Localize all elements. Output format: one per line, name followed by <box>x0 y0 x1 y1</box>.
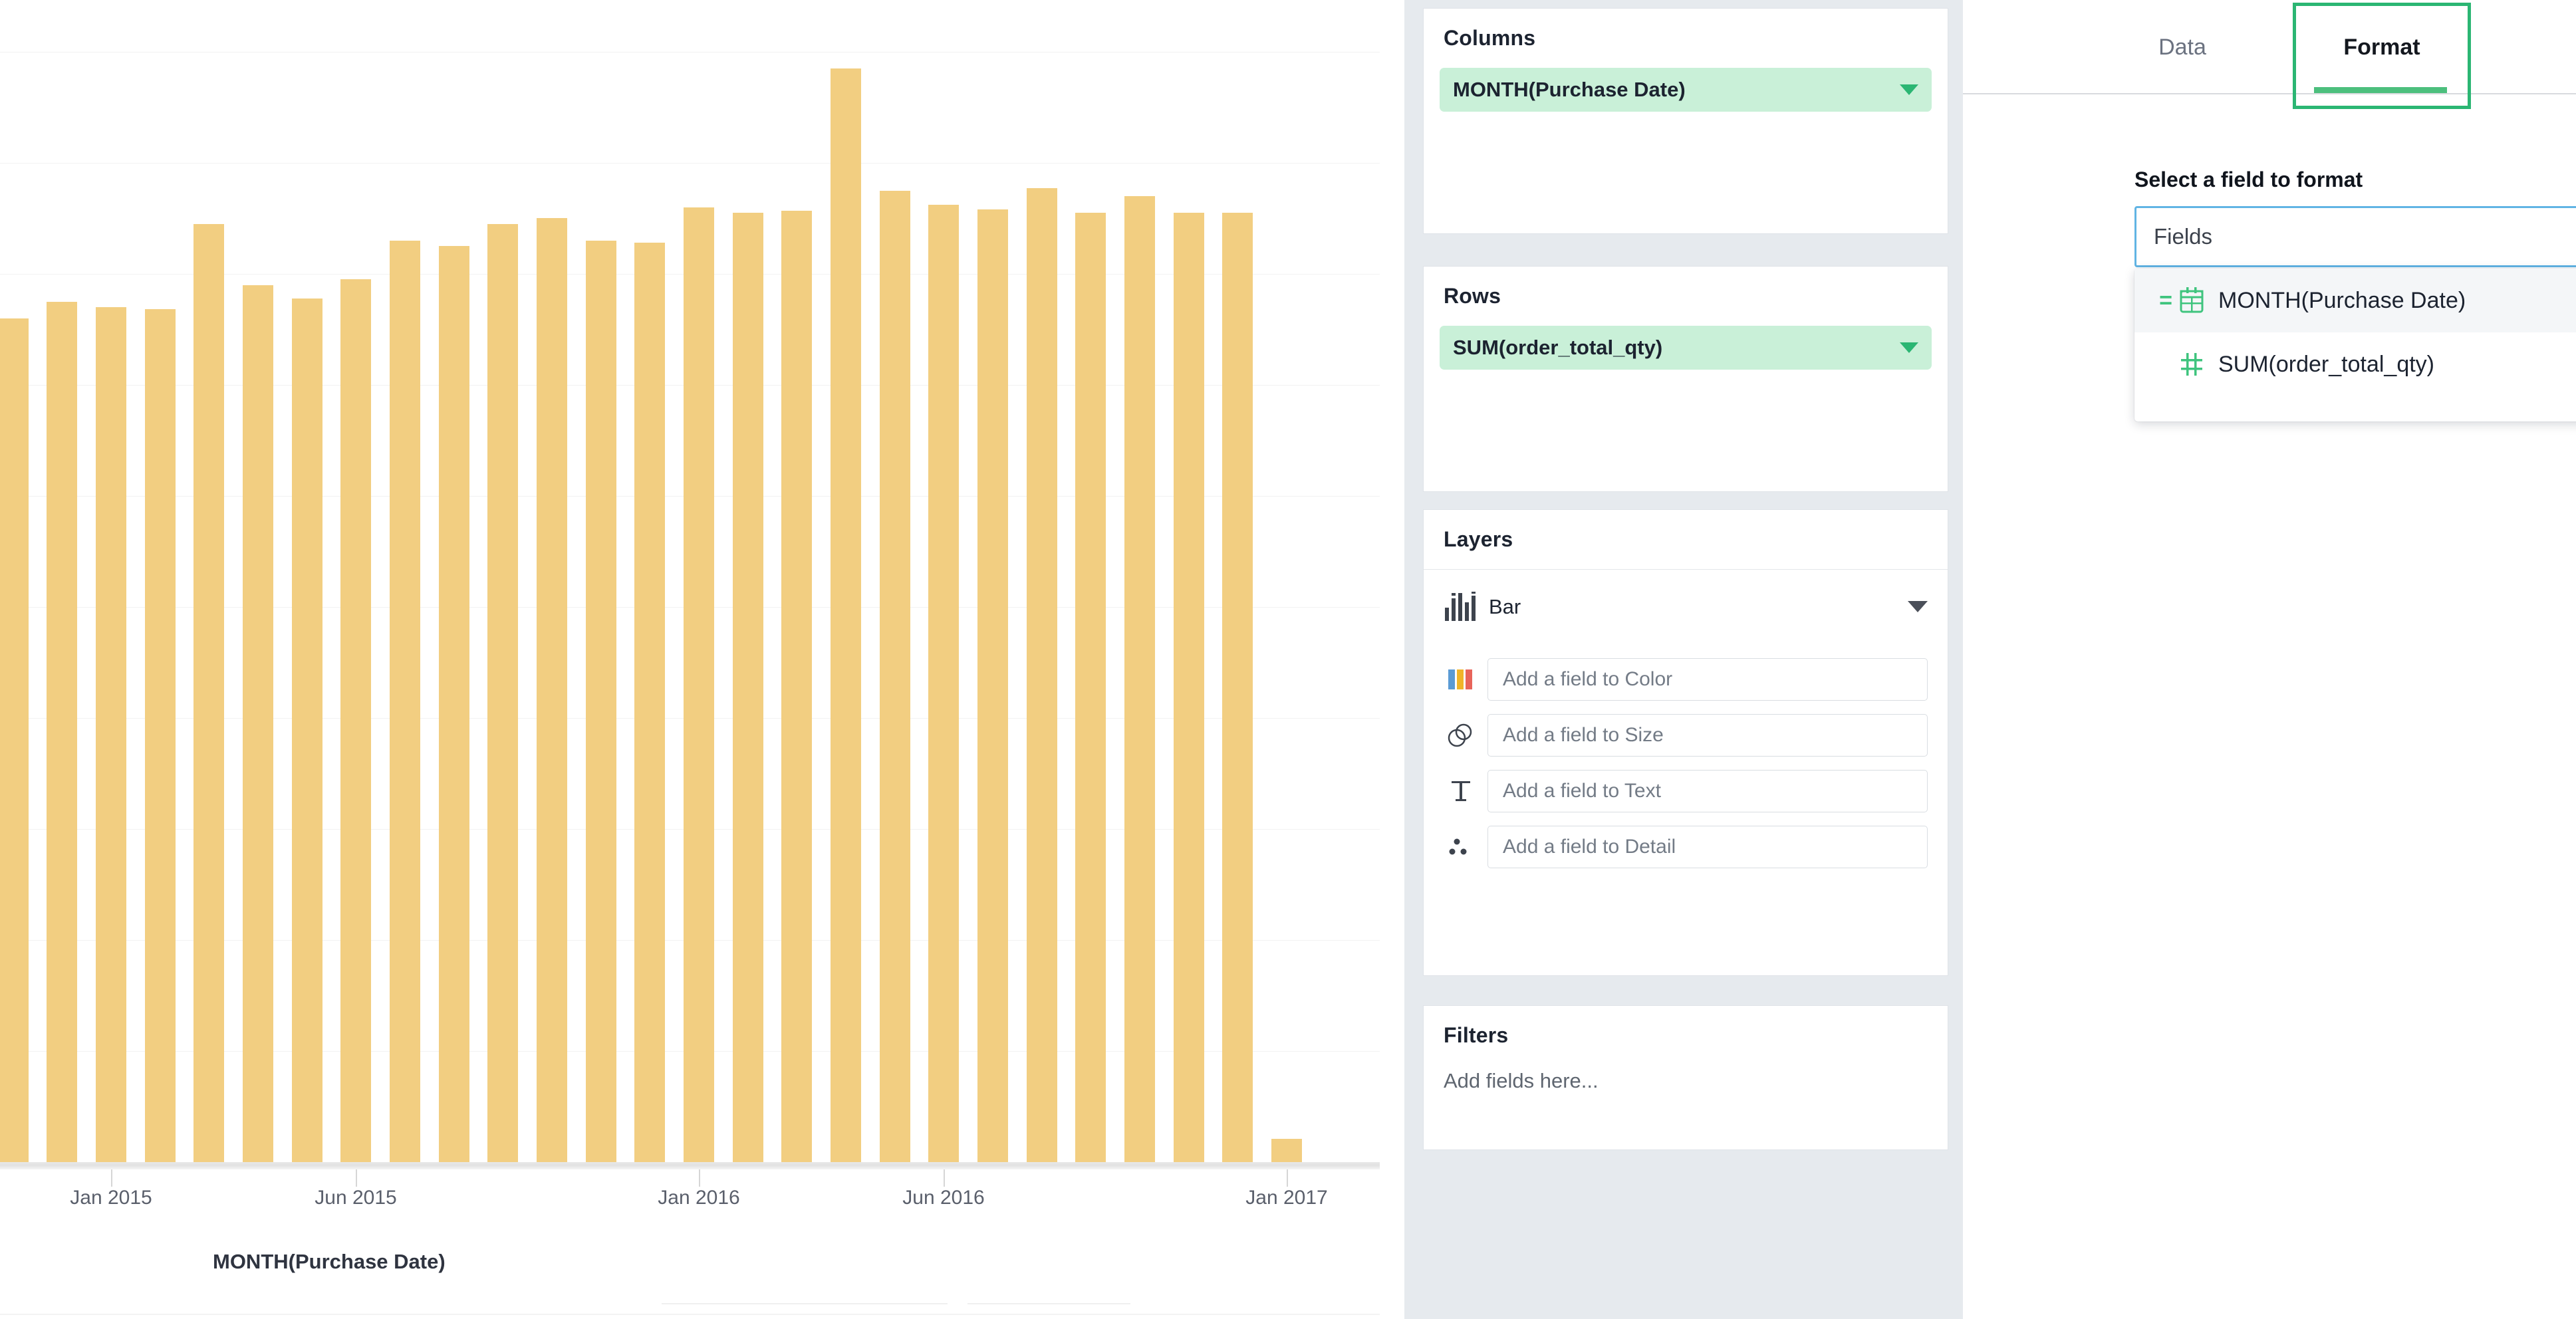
rows-shelf-title: Rows <box>1444 284 1501 308</box>
columns-shelf-card: Columns MONTH(Purchase Date) <box>1423 8 1948 234</box>
encoding-row-text[interactable]: Add a field to Text <box>1424 770 1948 812</box>
bar[interactable] <box>96 307 126 1162</box>
calendar-icon <box>2177 286 2206 315</box>
bar[interactable] <box>831 68 861 1162</box>
bar[interactable] <box>1222 213 1253 1162</box>
tab-active-underline <box>2314 87 2447 93</box>
x-axis-tick <box>699 1169 700 1187</box>
filters-card-title: Filters <box>1444 1023 1509 1047</box>
bar[interactable] <box>390 241 420 1162</box>
rows-pill-label: SUM(order_total_qty) <box>1453 336 1663 359</box>
bar[interactable] <box>340 279 371 1162</box>
bar[interactable] <box>0 318 29 1162</box>
x-axis-tick <box>944 1169 945 1187</box>
bar[interactable] <box>1124 196 1155 1162</box>
hash-number-icon <box>2177 350 2206 379</box>
filters-card: Filters Add fields here... <box>1423 1005 1948 1150</box>
filters-dropzone[interactable]: Add fields here... <box>1424 1048 1948 1093</box>
shelf-panel: Columns MONTH(Purchase Date) Rows SUM(or… <box>1404 0 1963 1319</box>
tab-format[interactable]: Format <box>2295 0 2468 94</box>
detail-encoding-field[interactable]: Add a field to Detail <box>1487 826 1928 868</box>
x-axis-tick-label: Jan 2017 <box>1245 1187 1328 1209</box>
x-axis-line <box>0 1162 1380 1169</box>
field-select-menu: = MONTH(Purchase Date) SUM(order_total_q… <box>2134 269 2576 421</box>
bar[interactable] <box>193 224 224 1162</box>
clipped-bottom-edge <box>0 1314 1380 1315</box>
panel-tabbar: Data Format <box>1963 0 2576 94</box>
text-encoding-field[interactable]: Add a field to Text <box>1487 770 1928 812</box>
x-axis-tick <box>1287 1169 1288 1187</box>
x-axis-tick-label: Jan 2015 <box>70 1187 152 1209</box>
bar[interactable] <box>586 241 616 1162</box>
bar[interactable] <box>1075 213 1106 1162</box>
calculated-field-equals-icon: = <box>2159 287 2172 313</box>
encoding-list: Add a field to Color Add a field to Size <box>1424 644 1948 884</box>
encoding-row-size[interactable]: Add a field to Size <box>1424 714 1948 757</box>
rows-pill-sum-order-total-qty[interactable]: SUM(order_total_qty) <box>1440 326 1932 370</box>
columns-shelf-title: Columns <box>1444 26 1536 50</box>
columns-pill-month-purchase-date[interactable]: MONTH(Purchase Date) <box>1440 68 1932 112</box>
field-select-dropdown[interactable]: Fields <box>2134 206 2576 267</box>
bar[interactable] <box>1027 188 1057 1162</box>
menu-item-sum-order-total-qty[interactable]: SUM(order_total_qty) <box>2134 332 2576 396</box>
color-swatch-icon <box>1444 665 1478 694</box>
rows-shelf-card: Rows SUM(order_total_qty) <box>1423 266 1948 492</box>
text-t-icon <box>1444 777 1478 806</box>
format-panel: Data Format Select a field to format Fie… <box>1963 0 2576 1319</box>
chart-pane: Jan 2015 Jun 2015 Jan 2016 Jun 2016 Jan 2017… <box>0 0 1404 1319</box>
x-axis-tick <box>356 1169 357 1187</box>
field-select-value: Fields <box>2154 224 2213 249</box>
bar[interactable] <box>487 224 518 1162</box>
layers-card-title: Layers <box>1444 527 1513 551</box>
bar[interactable] <box>1174 213 1204 1162</box>
chevron-down-icon[interactable] <box>1908 601 1928 612</box>
chevron-down-icon[interactable] <box>1900 84 1918 95</box>
bar[interactable] <box>781 211 812 1162</box>
menu-item-label: SUM(order_total_qty) <box>2218 351 2435 377</box>
size-circles-icon <box>1444 721 1478 750</box>
bar[interactable] <box>634 243 665 1162</box>
bar[interactable] <box>292 299 322 1162</box>
mark-type-label: Bar <box>1489 594 1521 618</box>
field-select-label: Select a field to format <box>2134 168 2363 191</box>
x-axis-tick-label: Jan 2016 <box>658 1187 740 1209</box>
clipped-control-top-2 <box>967 1303 1130 1304</box>
bar-chart-icon <box>1444 591 1477 622</box>
plot-area <box>0 0 1380 1162</box>
bar-series[interactable] <box>0 0 1380 1162</box>
bar[interactable] <box>537 218 567 1162</box>
menu-item-label: MONTH(Purchase Date) <box>2218 287 2466 313</box>
detail-dots-icon <box>1444 832 1478 862</box>
tableau-viz-editor: Jan 2015 Jun 2015 Jan 2016 Jun 2016 Jan 2017… <box>0 0 2576 1319</box>
bar[interactable] <box>880 191 910 1162</box>
bar[interactable] <box>243 285 273 1162</box>
menu-item-month-purchase-date[interactable]: = MONTH(Purchase Date) <box>2134 269 2576 332</box>
bar[interactable] <box>928 205 959 1162</box>
x-axis-tick-label: Jun 2016 <box>902 1187 985 1209</box>
bar[interactable] <box>145 309 176 1162</box>
columns-pill-label: MONTH(Purchase Date) <box>1453 78 1686 101</box>
color-encoding-field[interactable]: Add a field to Color <box>1487 658 1928 701</box>
x-axis-title: MONTH(Purchase Date) <box>213 1250 446 1273</box>
x-axis-tick <box>111 1169 112 1187</box>
bar[interactable] <box>733 213 763 1162</box>
tab-data[interactable]: Data <box>2096 0 2269 94</box>
bar[interactable] <box>977 209 1008 1162</box>
bar[interactable] <box>47 302 77 1162</box>
bar[interactable] <box>684 207 714 1162</box>
chevron-down-icon[interactable] <box>1900 342 1918 353</box>
encoding-row-color[interactable]: Add a field to Color <box>1424 658 1948 701</box>
layers-card: Layers Bar Add a field to Color Add a fi… <box>1423 509 1948 976</box>
x-axis-tick-label: Jun 2015 <box>315 1187 397 1209</box>
clipped-control-top <box>662 1303 948 1304</box>
encoding-row-detail[interactable]: Add a field to Detail <box>1424 826 1948 868</box>
mark-type-selector[interactable]: Bar <box>1424 569 1948 644</box>
bar[interactable] <box>1271 1139 1302 1162</box>
bar[interactable] <box>439 246 469 1162</box>
size-encoding-field[interactable]: Add a field to Size <box>1487 714 1928 757</box>
